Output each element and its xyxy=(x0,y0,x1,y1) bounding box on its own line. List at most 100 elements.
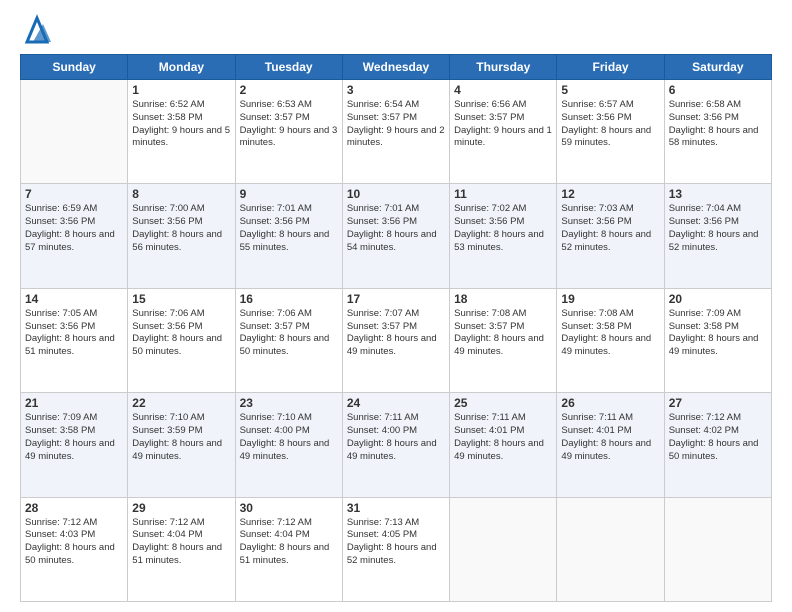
cell-info: Sunrise: 6:58 AMSunset: 3:56 PMDaylight:… xyxy=(669,99,767,150)
calendar-cell: 26 Sunrise: 7:11 AMSunset: 4:01 PMDayligh… xyxy=(557,393,664,497)
cell-info: Sunrise: 6:52 AMSunset: 3:58 PMDaylight:… xyxy=(132,99,230,150)
calendar-cell: 21 Sunrise: 7:09 AMSunset: 3:58 PMDayligh… xyxy=(21,393,128,497)
logo xyxy=(20,18,51,44)
calendar-header-saturday: Saturday xyxy=(664,55,771,80)
cell-info: Sunrise: 7:12 AMSunset: 4:03 PMDaylight:… xyxy=(25,517,123,568)
calendar-table: SundayMondayTuesdayWednesdayThursdayFrid… xyxy=(20,54,772,602)
calendar-cell: 15 Sunrise: 7:06 AMSunset: 3:56 PMDayligh… xyxy=(128,288,235,392)
cell-info: Sunrise: 7:13 AMSunset: 4:05 PMDaylight:… xyxy=(347,517,445,568)
day-number: 31 xyxy=(347,501,445,515)
calendar-cell: 14 Sunrise: 7:05 AMSunset: 3:56 PMDayligh… xyxy=(21,288,128,392)
calendar-cell xyxy=(450,497,557,601)
cell-info: Sunrise: 7:09 AMSunset: 3:58 PMDaylight:… xyxy=(669,308,767,359)
calendar-week-row: 28 Sunrise: 7:12 AMSunset: 4:03 PMDayligh… xyxy=(21,497,772,601)
day-number: 24 xyxy=(347,396,445,410)
day-number: 20 xyxy=(669,292,767,306)
calendar-week-row: 21 Sunrise: 7:09 AMSunset: 3:58 PMDayligh… xyxy=(21,393,772,497)
cell-info: Sunrise: 7:08 AMSunset: 3:57 PMDaylight:… xyxy=(454,308,552,359)
calendar-header-tuesday: Tuesday xyxy=(235,55,342,80)
day-number: 8 xyxy=(132,187,230,201)
cell-info: Sunrise: 7:10 AMSunset: 4:00 PMDaylight:… xyxy=(240,412,338,463)
day-number: 28 xyxy=(25,501,123,515)
calendar-cell: 30 Sunrise: 7:12 AMSunset: 4:04 PMDayligh… xyxy=(235,497,342,601)
day-number: 11 xyxy=(454,187,552,201)
calendar-week-row: 14 Sunrise: 7:05 AMSunset: 3:56 PMDayligh… xyxy=(21,288,772,392)
day-number: 19 xyxy=(561,292,659,306)
day-number: 26 xyxy=(561,396,659,410)
day-number: 25 xyxy=(454,396,552,410)
header xyxy=(20,18,772,44)
calendar-header-monday: Monday xyxy=(128,55,235,80)
day-number: 17 xyxy=(347,292,445,306)
calendar-cell: 29 Sunrise: 7:12 AMSunset: 4:04 PMDayligh… xyxy=(128,497,235,601)
cell-info: Sunrise: 7:11 AMSunset: 4:01 PMDaylight:… xyxy=(561,412,659,463)
calendar-cell: 12 Sunrise: 7:03 AMSunset: 3:56 PMDayligh… xyxy=(557,184,664,288)
day-number: 13 xyxy=(669,187,767,201)
day-number: 10 xyxy=(347,187,445,201)
day-number: 5 xyxy=(561,83,659,97)
cell-info: Sunrise: 7:03 AMSunset: 3:56 PMDaylight:… xyxy=(561,203,659,254)
day-number: 7 xyxy=(25,187,123,201)
calendar-cell: 24Sunrise: 7:11 AMSunset: 4:00 PMDayligh… xyxy=(342,393,449,497)
calendar-cell: 27 Sunrise: 7:12 AMSunset: 4:02 PMDayligh… xyxy=(664,393,771,497)
day-number: 9 xyxy=(240,187,338,201)
calendar-cell: 1 Sunrise: 6:52 AMSunset: 3:58 PMDaylight… xyxy=(128,80,235,184)
day-number: 14 xyxy=(25,292,123,306)
day-number: 3 xyxy=(347,83,445,97)
day-number: 16 xyxy=(240,292,338,306)
cell-info: Sunrise: 7:05 AMSunset: 3:56 PMDaylight:… xyxy=(25,308,123,359)
calendar-header-sunday: Sunday xyxy=(21,55,128,80)
page: SundayMondayTuesdayWednesdayThursdayFrid… xyxy=(0,0,792,612)
calendar-cell: 7 Sunrise: 6:59 AMSunset: 3:56 PMDaylight… xyxy=(21,184,128,288)
cell-info: Sunrise: 7:06 AMSunset: 3:56 PMDaylight:… xyxy=(132,308,230,359)
calendar-cell: 6 Sunrise: 6:58 AMSunset: 3:56 PMDaylight… xyxy=(664,80,771,184)
logo-icon xyxy=(23,14,51,44)
cell-info: Sunrise: 7:06 AMSunset: 3:57 PMDaylight:… xyxy=(240,308,338,359)
cell-info: Sunrise: 6:56 AMSunset: 3:57 PMDaylight:… xyxy=(454,99,552,150)
calendar-cell xyxy=(557,497,664,601)
calendar-cell: 16 Sunrise: 7:06 AMSunset: 3:57 PMDayligh… xyxy=(235,288,342,392)
day-number: 21 xyxy=(25,396,123,410)
calendar-cell: 3 Sunrise: 6:54 AMSunset: 3:57 PMDaylight… xyxy=(342,80,449,184)
calendar-week-row: 1 Sunrise: 6:52 AMSunset: 3:58 PMDaylight… xyxy=(21,80,772,184)
day-number: 12 xyxy=(561,187,659,201)
cell-info: Sunrise: 7:12 AMSunset: 4:04 PMDaylight:… xyxy=(240,517,338,568)
day-number: 1 xyxy=(132,83,230,97)
day-number: 15 xyxy=(132,292,230,306)
calendar-cell: 2 Sunrise: 6:53 AMSunset: 3:57 PMDaylight… xyxy=(235,80,342,184)
calendar-cell: 9Sunrise: 7:01 AMSunset: 3:56 PMDaylight… xyxy=(235,184,342,288)
day-number: 2 xyxy=(240,83,338,97)
calendar-cell: 28 Sunrise: 7:12 AMSunset: 4:03 PMDayligh… xyxy=(21,497,128,601)
day-number: 22 xyxy=(132,396,230,410)
calendar-header-friday: Friday xyxy=(557,55,664,80)
cell-info: Sunrise: 7:08 AMSunset: 3:58 PMDaylight:… xyxy=(561,308,659,359)
calendar-cell: 31 Sunrise: 7:13 AMSunset: 4:05 PMDayligh… xyxy=(342,497,449,601)
day-number: 6 xyxy=(669,83,767,97)
day-number: 29 xyxy=(132,501,230,515)
calendar-cell: 10Sunrise: 7:01 AMSunset: 3:56 PMDayligh… xyxy=(342,184,449,288)
calendar-cell: 23Sunrise: 7:10 AMSunset: 4:00 PMDayligh… xyxy=(235,393,342,497)
calendar-cell: 5Sunrise: 6:57 AMSunset: 3:56 PMDaylight… xyxy=(557,80,664,184)
logo-text xyxy=(20,18,51,44)
calendar-cell: 19 Sunrise: 7:08 AMSunset: 3:58 PMDayligh… xyxy=(557,288,664,392)
calendar-cell: 4 Sunrise: 6:56 AMSunset: 3:57 PMDaylight… xyxy=(450,80,557,184)
day-number: 27 xyxy=(669,396,767,410)
calendar-cell: 22Sunrise: 7:10 AMSunset: 3:59 PMDayligh… xyxy=(128,393,235,497)
cell-info: Sunrise: 7:11 AMSunset: 4:01 PMDaylight:… xyxy=(454,412,552,463)
cell-info: Sunrise: 7:12 AMSunset: 4:02 PMDaylight:… xyxy=(669,412,767,463)
calendar-cell: 25 Sunrise: 7:11 AMSunset: 4:01 PMDayligh… xyxy=(450,393,557,497)
calendar-cell: 18Sunrise: 7:08 AMSunset: 3:57 PMDayligh… xyxy=(450,288,557,392)
cell-info: Sunrise: 7:00 AMSunset: 3:56 PMDaylight:… xyxy=(132,203,230,254)
calendar-header-wednesday: Wednesday xyxy=(342,55,449,80)
calendar-cell: 11 Sunrise: 7:02 AMSunset: 3:56 PMDayligh… xyxy=(450,184,557,288)
day-number: 30 xyxy=(240,501,338,515)
day-number: 4 xyxy=(454,83,552,97)
calendar-cell: 8 Sunrise: 7:00 AMSunset: 3:56 PMDaylight… xyxy=(128,184,235,288)
cell-info: Sunrise: 6:53 AMSunset: 3:57 PMDaylight:… xyxy=(240,99,338,150)
cell-info: Sunrise: 6:59 AMSunset: 3:56 PMDaylight:… xyxy=(25,203,123,254)
calendar-cell xyxy=(664,497,771,601)
cell-info: Sunrise: 7:09 AMSunset: 3:58 PMDaylight:… xyxy=(25,412,123,463)
cell-info: Sunrise: 6:54 AMSunset: 3:57 PMDaylight:… xyxy=(347,99,445,150)
cell-info: Sunrise: 7:12 AMSunset: 4:04 PMDaylight:… xyxy=(132,517,230,568)
cell-info: Sunrise: 7:02 AMSunset: 3:56 PMDaylight:… xyxy=(454,203,552,254)
